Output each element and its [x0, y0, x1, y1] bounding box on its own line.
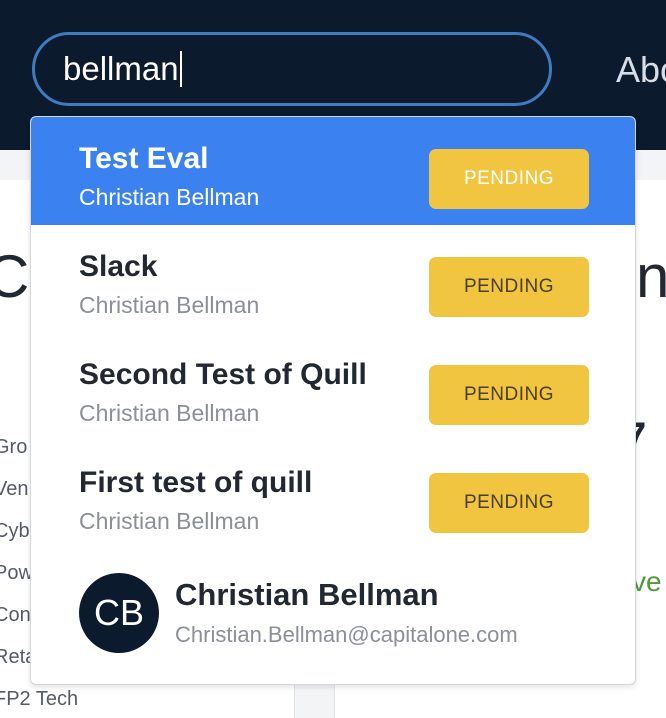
person-name: Christian Bellman — [175, 577, 439, 612]
result-owner: Christian Bellman — [79, 508, 260, 534]
result-owner: Christian Bellman — [79, 292, 260, 318]
result-owner: Christian Bellman — [79, 184, 260, 210]
text-caret — [179, 51, 182, 87]
result-title: Slack — [79, 250, 158, 283]
status-badge: PENDING — [429, 149, 589, 209]
result-owner: Christian Bellman — [79, 400, 260, 426]
search-result-item[interactable]: Slack Christian Bellman PENDING — [31, 225, 635, 333]
nav-link-about[interactable]: Abo — [616, 48, 666, 92]
search-results-dropdown: Test Eval Christian Bellman PENDING Slac… — [30, 116, 636, 685]
search-result-item[interactable]: First test of quill Christian Bellman PE… — [31, 441, 635, 549]
search-input-value[interactable]: bellman — [63, 49, 179, 89]
page: C n 7 Gro Ven Cyb Pow Con Reta FP2 Tech … — [0, 0, 666, 718]
list-item[interactable]: FP2 Tech — [0, 684, 78, 718]
person-result[interactable]: CB Christian Bellman Christian.Bellman@c… — [31, 549, 635, 669]
person-email: Christian.Bellman@capitalone.com — [175, 622, 518, 647]
search-result-item[interactable]: Test Eval Christian Bellman PENDING — [31, 117, 635, 225]
search-result-item[interactable]: Second Test of Quill Christian Bellman P… — [31, 333, 635, 441]
background-text-fragment: ve — [632, 566, 662, 597]
result-title: Test Eval — [79, 142, 209, 175]
result-title: Second Test of Quill — [79, 358, 367, 391]
background-heading-fragment-right: n — [636, 243, 666, 310]
avatar: CB — [79, 573, 159, 653]
result-title: First test of quill — [79, 466, 313, 499]
search-input[interactable]: bellman — [32, 32, 552, 106]
status-badge: PENDING — [429, 365, 589, 425]
status-badge: PENDING — [429, 473, 589, 533]
background-heading-fragment-left: C — [0, 243, 30, 310]
status-badge: PENDING — [429, 257, 589, 317]
